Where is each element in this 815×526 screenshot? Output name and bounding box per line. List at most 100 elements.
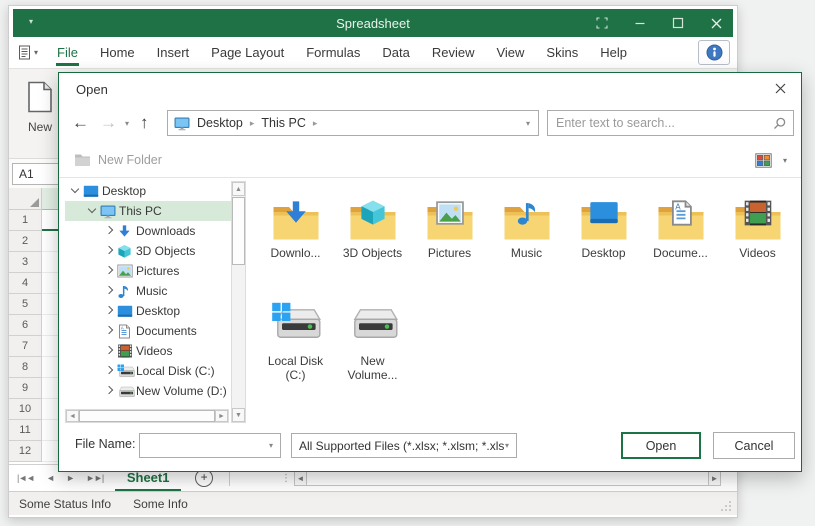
breadcrumb-item-this-pc[interactable]: This PC	[254, 116, 312, 130]
tree-item-downloads[interactable]: Downloads	[65, 221, 231, 241]
breadcrumb-caret-icon[interactable]: ▾	[526, 119, 530, 128]
row-header-3[interactable]: 3	[9, 252, 42, 273]
info-button[interactable]	[698, 40, 730, 65]
tree-item-pictures[interactable]: Pictures	[65, 261, 231, 281]
forward-button[interactable]: →	[100, 107, 117, 139]
chevron-down-icon[interactable]	[86, 205, 100, 217]
splitter-handle[interactable]: ⋮	[281, 473, 291, 484]
chevron-right-icon[interactable]	[103, 225, 117, 237]
scroll-left-button[interactable]: ◄	[294, 471, 307, 486]
row-header-6[interactable]: 6	[9, 315, 42, 336]
chevron-down-icon[interactable]	[69, 185, 83, 197]
scroll-left-button[interactable]: ◄	[66, 410, 79, 422]
tree-item-music[interactable]: Music	[65, 281, 231, 301]
file-item-3d-objects[interactable]: 3D Objects	[336, 183, 409, 287]
horizontal-scroll-thumb[interactable]	[79, 410, 215, 422]
chevron-right-icon[interactable]	[103, 245, 117, 257]
file-item-pictures[interactable]: Pictures	[413, 183, 486, 287]
ribbon-tab-view[interactable]: View	[485, 37, 535, 68]
back-button[interactable]: ←	[72, 107, 89, 139]
row-header-4[interactable]: 4	[9, 273, 42, 294]
file-item-docume[interactable]: ADocume...	[644, 183, 717, 287]
ribbon-tab-formulas[interactable]: Formulas	[295, 37, 371, 68]
maximize-button[interactable]	[671, 16, 685, 30]
dialog-footer: File Name: ▾ All Supported Files (*.xlsx…	[59, 429, 801, 463]
chevron-right-icon[interactable]	[103, 265, 117, 277]
new-folder-button[interactable]: New Folder	[74, 143, 162, 177]
row-header-12[interactable]: 12	[9, 441, 42, 462]
select-all-corner[interactable]	[9, 188, 42, 210]
row-header-1[interactable]: 1	[9, 210, 42, 231]
scroll-right-button[interactable]: ►	[215, 410, 228, 422]
first-sheet-button[interactable]: |◄◄	[17, 473, 34, 483]
row-header-10[interactable]: 10	[9, 399, 42, 420]
tree-item-documents[interactable]: ADocuments	[65, 321, 231, 341]
ribbon-tab-help[interactable]: Help	[589, 37, 638, 68]
file-list: Downlo...3D ObjectsPicturesMusicDesktopA…	[257, 183, 797, 399]
chevron-right-icon[interactable]	[103, 285, 117, 297]
tree-vertical-scrollbar[interactable]: ▲ ▼	[231, 181, 246, 423]
up-button[interactable]: ↑	[140, 107, 149, 139]
file-item-new-volume[interactable]: New Volume...	[336, 291, 409, 395]
breadcrumb[interactable]: Desktop▸This PC▸ ▾	[167, 110, 539, 136]
cancel-button[interactable]: Cancel	[713, 432, 795, 459]
horizontal-scrollbar-track[interactable]	[307, 471, 708, 486]
search-icon[interactable]	[773, 117, 786, 130]
fullscreen-button[interactable]	[595, 16, 609, 30]
tree-item-videos[interactable]: Videos	[65, 341, 231, 361]
chevron-right-icon[interactable]	[103, 305, 117, 317]
row-header-2[interactable]: 2	[9, 231, 42, 252]
tree-item-new-volume-d[interactable]: New Volume (D:)	[65, 381, 231, 401]
last-sheet-button[interactable]: ►►|	[86, 473, 103, 483]
file-item-local-disk-c[interactable]: Local Disk (C:)	[259, 291, 332, 395]
resize-grip[interactable]	[720, 500, 732, 512]
monitor-icon	[100, 204, 119, 219]
search-input[interactable]	[548, 116, 773, 130]
ribbon-tab-file[interactable]: File	[46, 37, 89, 68]
history-caret-icon[interactable]: ▾	[125, 107, 129, 139]
scroll-up-button[interactable]: ▲	[232, 182, 245, 196]
row-header-5[interactable]: 5	[9, 294, 42, 315]
tree-item-local-disk-c[interactable]: Local Disk (C:)	[65, 361, 231, 381]
chevron-right-icon[interactable]	[103, 345, 117, 357]
vertical-scroll-thumb[interactable]	[232, 197, 245, 265]
file-name-input[interactable]	[140, 438, 269, 454]
ribbon-tab-skins[interactable]: Skins	[535, 37, 589, 68]
file-name-caret-icon[interactable]: ▾	[269, 441, 273, 450]
file-item-music[interactable]: Music	[490, 183, 563, 287]
scroll-right-button[interactable]: ►	[708, 471, 721, 486]
file-item-desktop[interactable]: Desktop	[567, 183, 640, 287]
file-item-videos[interactable]: Videos	[721, 183, 794, 287]
next-sheet-button[interactable]: ►	[66, 473, 74, 483]
tree-item-this-pc[interactable]: This PC	[65, 201, 231, 221]
minimize-button[interactable]	[633, 16, 647, 30]
tree-item-desktop[interactable]: Desktop	[65, 301, 231, 321]
ribbon-tab-insert[interactable]: Insert	[146, 37, 201, 68]
row-header-8[interactable]: 8	[9, 357, 42, 378]
row-header-11[interactable]: 11	[9, 420, 42, 441]
breadcrumb-item-desktop[interactable]: Desktop	[190, 116, 250, 130]
tree-item-desktop[interactable]: Desktop	[65, 181, 231, 201]
document-menu-button[interactable]: ▾	[18, 45, 38, 60]
titlebar[interactable]: ▾ Spreadsheet	[13, 9, 733, 37]
dialog-close-button[interactable]	[772, 80, 788, 96]
tree-item-3d-objects[interactable]: 3D Objects	[65, 241, 231, 261]
ribbon-tab-review[interactable]: Review	[421, 37, 486, 68]
chevron-right-icon[interactable]	[103, 385, 117, 397]
new-folder-icon	[74, 153, 91, 167]
tree-horizontal-scrollbar[interactable]: ◄ ►	[65, 409, 229, 423]
ribbon-tab-page-layout[interactable]: Page Layout	[200, 37, 295, 68]
file-item-downlo[interactable]: Downlo...	[259, 183, 332, 287]
scroll-down-button[interactable]: ▼	[232, 408, 245, 422]
file-type-dropdown[interactable]: All Supported Files (*.xlsx; *.xlsm; *.x…	[291, 433, 517, 458]
close-button[interactable]	[709, 16, 723, 30]
ribbon-tab-home[interactable]: Home	[89, 37, 146, 68]
chevron-right-icon[interactable]	[103, 365, 117, 377]
row-header-7[interactable]: 7	[9, 336, 42, 357]
view-mode-button[interactable]: ▾	[755, 143, 787, 177]
previous-sheet-button[interactable]: ◄	[46, 473, 54, 483]
open-button[interactable]: Open	[621, 432, 701, 459]
row-header-9[interactable]: 9	[9, 378, 42, 399]
ribbon-tab-data[interactable]: Data	[371, 37, 420, 68]
chevron-right-icon[interactable]	[103, 325, 117, 337]
